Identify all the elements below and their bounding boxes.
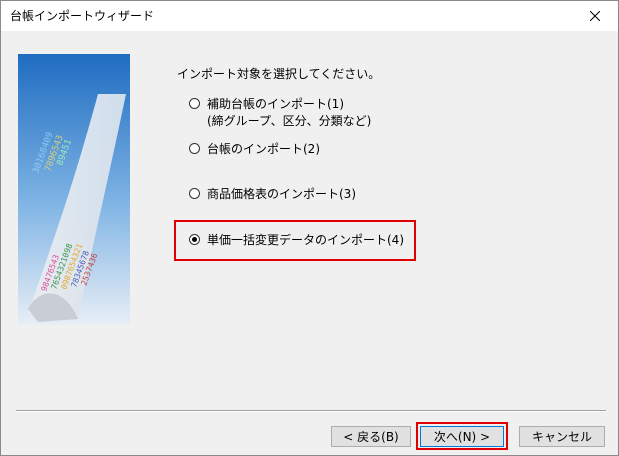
import-wizard-window: 台帳インポートウィザード 98476543 7654321098 0987654…: [0, 0, 619, 456]
cancel-button[interactable]: キャンセル: [519, 426, 605, 447]
window-title: 台帳インポートウィザード: [10, 9, 155, 23]
radio-button[interactable]: [189, 143, 200, 154]
title-bar: 台帳インポートウィザード: [1, 1, 618, 31]
radio-button[interactable]: [189, 188, 200, 199]
wizard-banner-image: 98476543 7654321098 0987654321 78345678 …: [18, 54, 130, 325]
option-price-list-import[interactable]: 商品価格表のインポート(3): [189, 186, 356, 203]
selection-highlight-box: [174, 220, 416, 261]
footer-separator: [16, 410, 606, 412]
option-ledger-import[interactable]: 台帳のインポート(2): [189, 141, 320, 158]
option-label: 台帳のインポート(2): [207, 142, 320, 156]
option-sub-ledger-import[interactable]: 補助台帳のインポート(1) (締グループ、区分、分類など): [189, 96, 371, 130]
back-button[interactable]: < 戻る(B): [331, 426, 411, 447]
radio-button[interactable]: [189, 98, 200, 109]
close-button[interactable]: [572, 1, 618, 31]
option-label: 商品価格表のインポート(3): [207, 187, 356, 201]
instruction-text: インポート対象を選択してください。: [177, 67, 381, 81]
option-sublabel: (締グループ、区分、分類など): [207, 114, 372, 128]
option-label: 補助台帳のインポート(1): [207, 97, 344, 111]
next-button[interactable]: 次へ(N) >: [420, 426, 504, 447]
close-icon: [590, 11, 600, 21]
